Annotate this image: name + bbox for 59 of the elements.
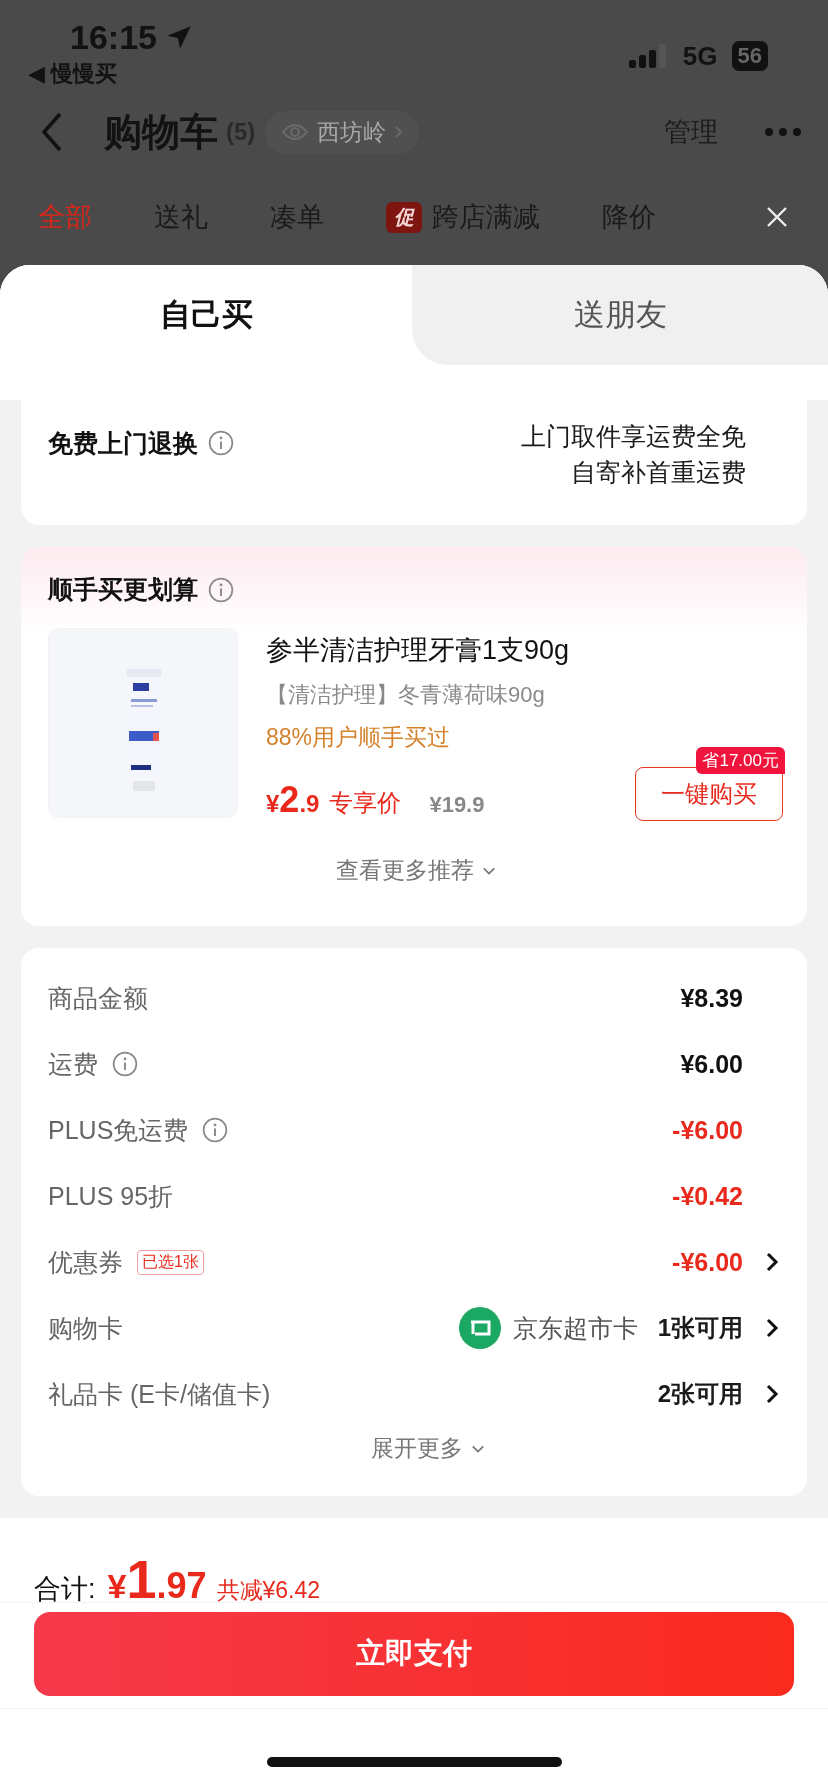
eye-icon [281,122,310,142]
chevron-right-icon [394,125,404,139]
summary-value: -¥6.00 [672,1115,743,1145]
expand-more-link[interactable]: 展开更多 [370,1433,463,1464]
page-title: 购物车 [104,109,218,155]
back-to-app-link[interactable]: ◀ 慢慢买 [28,59,193,89]
status-time: 16:15 [70,18,157,57]
price-label: 专享价 [329,788,402,818]
summary-value: 2张可用 [657,1379,743,1409]
product-price: ¥2.9 [266,779,320,821]
more-icon[interactable] [764,127,802,137]
summary-value: -¥6.00 [672,1247,743,1277]
summary-label: 运费 [48,1048,98,1080]
card-name: 京东超市卡 [512,1312,638,1344]
location-label: 西坊岭 [317,117,387,147]
summary-value: 1张可用 [657,1313,743,1343]
chevron-right-icon[interactable] [765,1317,779,1339]
summary-value: ¥6.00 [680,1049,743,1079]
return-service-note: 自寄补首重运费 [571,457,746,488]
total-price: ¥1.97 [107,1548,207,1610]
total-savings: 共减¥6.42 [216,1576,321,1605]
info-icon[interactable] [112,1051,138,1077]
total-label: 合计: [34,1573,96,1606]
pay-now-button[interactable]: 立即支付 [34,1612,794,1696]
chevron-right-icon[interactable] [765,1383,779,1405]
info-icon[interactable] [208,430,234,456]
summary-label: PLUS 95折 [48,1180,174,1212]
network-type: 5G [682,40,718,72]
purchase-stat: 88%用户顺手买过 [266,723,452,752]
location-pill[interactable]: 西坊岭 [265,110,420,154]
close-icon[interactable] [766,206,788,228]
product-name[interactable]: 参半清洁护理牙膏1支90g [266,632,783,668]
chevron-right-icon[interactable] [765,1251,779,1273]
battery-level: 56 [731,41,768,71]
more-recommendations-link[interactable]: 查看更多推荐 [335,855,474,886]
summary-label: PLUS免运费 [48,1114,189,1146]
return-service-note: 上门取件享运费全免 [521,421,746,452]
summary-label: 商品金额 [48,982,148,1014]
product-spec: 【清洁护理】冬青薄荷味90g [266,681,546,709]
info-icon[interactable] [208,576,234,603]
savings-badge: 省17.00元 [696,747,785,774]
promo-badge: 促 [386,201,422,233]
original-price: ¥19.9 [429,792,485,819]
summary-label: 购物卡 [48,1312,123,1344]
return-service-title: 免费上门退换 [48,427,198,459]
sheet-tab[interactable]: 送朋友 [412,265,828,365]
summary-label: 优惠券 [48,1246,123,1278]
coupon-tag: 已选1张 [137,1249,204,1275]
buy-now-button[interactable]: 一键购买 [635,767,783,821]
summary-value: ¥8.39 [680,983,743,1013]
info-icon[interactable] [202,1117,229,1143]
summary-label: 礼品卡 (E卡/储值卡) [48,1378,271,1410]
chevron-down-icon [470,1443,485,1454]
summary-value: -¥0.42 [672,1181,743,1211]
card-icon [458,1307,501,1349]
back-icon[interactable] [40,111,64,153]
signal-icon [628,44,669,68]
chevron-down-icon [481,865,496,876]
recommend-title: 顺手买更划算 [48,574,198,605]
